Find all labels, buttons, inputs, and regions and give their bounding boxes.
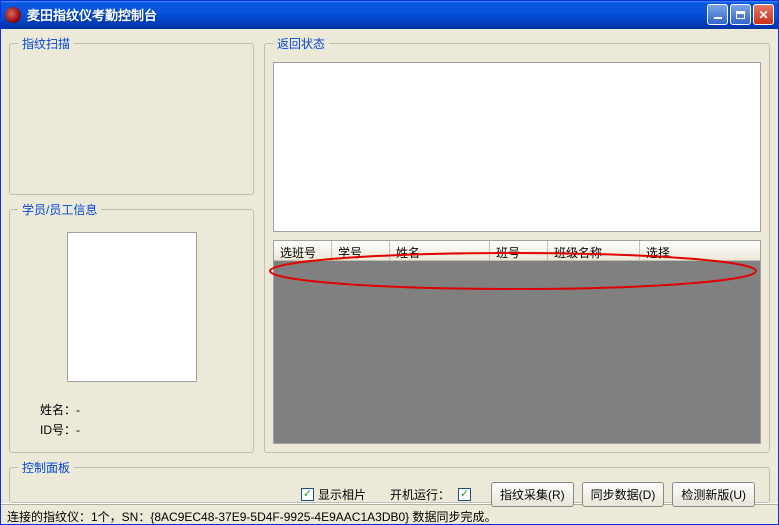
client-area: 指纹扫描 学员/员工信息 姓名：- ID号：- [1,29,778,503]
boot-run-label: 开机运行： [390,486,450,503]
titlebar[interactable]: 麦田指纹仪考勤控制台 ✕ [1,1,778,29]
main-row: 指纹扫描 学员/员工信息 姓名：- ID号：- [9,35,770,453]
show-photo-checkbox[interactable]: ✓ [301,488,314,501]
control-panel-legend: 控制面板 [18,459,74,476]
control-row: ✓ 显示相片 开机运行： ✓ 指纹采集(R) 同步数据(D) 检测新版(U) [18,478,761,507]
col-class-no[interactable]: 班号 [490,241,548,260]
employee-id-value: - [76,423,80,437]
col-select-class-no[interactable]: 选班号 [274,241,332,260]
control-panel: 控制面板 ✓ 显示相片 开机运行： ✓ 指纹采集(R) 同步数据(D) 检测新版… [9,459,770,503]
right-column: 返回状态 选班号 学号 姓名 班号 班级名称 选择 [264,35,770,453]
return-status-panel: 返回状态 选班号 学号 姓名 班号 班级名称 选择 [264,35,770,453]
check-update-button[interactable]: 检测新版(U) [672,482,755,507]
col-name[interactable]: 姓名 [390,241,490,260]
collect-fingerprint-button[interactable]: 指纹采集(R) [491,482,574,507]
employee-name-label: 姓名： [40,403,76,417]
data-grid[interactable]: 选班号 学号 姓名 班号 班级名称 选择 [273,240,761,444]
maximize-button[interactable] [730,4,751,25]
employee-info-panel: 学员/员工信息 姓名：- ID号：- [9,201,254,453]
col-select[interactable]: 选择 [640,241,760,260]
col-student-no[interactable]: 学号 [332,241,390,260]
employee-name-value: - [76,403,80,417]
employee-name-row: 姓名：- [40,400,80,420]
left-column: 指纹扫描 学员/员工信息 姓名：- ID号：- [9,35,254,453]
window-controls: ✕ [707,4,774,25]
grid-body[interactable] [274,261,760,443]
employee-id-row: ID号：- [40,420,80,440]
employee-info-legend: 学员/员工信息 [18,201,101,218]
fingerprint-scan-panel: 指纹扫描 [9,35,254,195]
return-status-legend: 返回状态 [273,35,329,52]
col-class-name[interactable]: 班级名称 [548,241,640,260]
show-photo-label: 显示相片 [318,486,366,503]
sync-data-button[interactable]: 同步数据(D) [582,482,665,507]
minimize-button[interactable] [707,4,728,25]
employee-photo [67,232,197,382]
window-title: 麦田指纹仪考勤控制台 [27,5,707,24]
status-textarea[interactable] [273,62,761,232]
show-photo-checkbox-wrap[interactable]: ✓ 显示相片 [301,486,366,503]
app-window: 麦田指纹仪考勤控制台 ✕ 指纹扫描 学员/员工信息 姓名：- [0,0,779,525]
fingerprint-scan-legend: 指纹扫描 [18,35,74,52]
close-button[interactable]: ✕ [753,4,774,25]
employee-info-lines: 姓名：- ID号：- [40,400,80,441]
boot-run-checkbox[interactable]: ✓ [458,488,471,501]
grid-header: 选班号 学号 姓名 班号 班级名称 选择 [274,241,760,261]
app-icon [5,7,21,23]
employee-id-label: ID号： [40,423,76,437]
